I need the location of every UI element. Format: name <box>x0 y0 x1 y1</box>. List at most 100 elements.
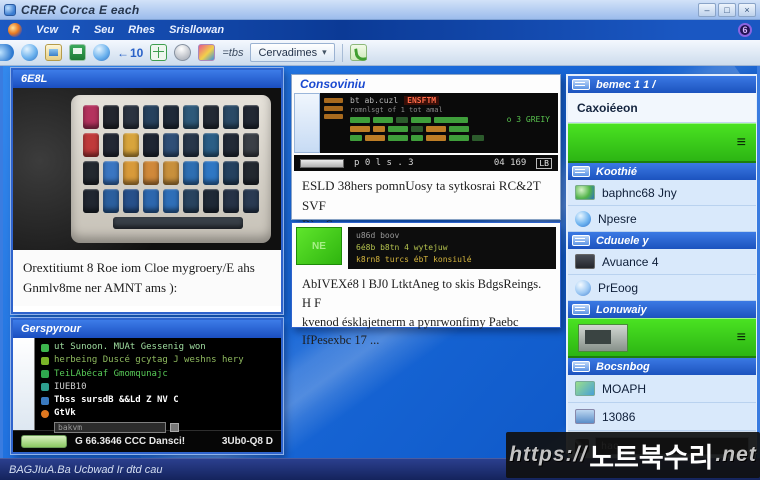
keyboard-device <box>71 95 271 243</box>
keyboard-key <box>243 133 259 157</box>
chevron-down-icon: ▾ <box>322 47 327 57</box>
footer-counter: 3Ub0-Q8 D <box>221 436 273 447</box>
bios-screenshot: bt ab.cuzl ENSFTM romnlsgt of 1 tot amal… <box>320 93 558 153</box>
plant-button[interactable] <box>349 44 367 61</box>
status-center-text: p 0 l s . 3 <box>354 158 414 168</box>
sidebar-header-community[interactable]: Lonuwaiy <box>568 301 756 318</box>
sidebar-item-4[interactable]: PrEoog <box>568 275 756 301</box>
sidebar-item-1[interactable]: baphnc68 Jny <box>568 180 756 206</box>
paint-button[interactable] <box>198 44 216 61</box>
terminal-input-row: bakvm <box>54 421 275 433</box>
keyboard-key <box>143 105 159 129</box>
keyboard-key <box>243 105 259 129</box>
hamburger-icon: ≡ <box>736 328 746 346</box>
note-caption: AbIVEXé8 l BJ0 LtktAneg to skis BdgsRein… <box>292 271 560 354</box>
window-controls: – □ × <box>698 2 756 17</box>
back-button[interactable]: ← 10 <box>117 46 143 60</box>
keyboard-key <box>83 161 99 185</box>
photo-tile-icon <box>575 381 595 396</box>
sidebar-item-5[interactable]: MOAPH <box>568 375 756 403</box>
keyboard-key <box>103 133 119 157</box>
sidebar-item-2[interactable]: Npesre <box>568 206 756 232</box>
start-button[interactable] <box>21 435 67 448</box>
status-dot-icon <box>41 409 49 418</box>
terminal-line: k8rn8 turcs ébT konsiulé <box>356 255 472 264</box>
menu-bar: Vcw R Seu Rhes Srisllowan 6 <box>0 20 760 40</box>
title-bar: CRER Corca E each – □ × <box>0 0 760 20</box>
terminal-line: IUEB10 <box>41 382 275 393</box>
status-dot-icon <box>41 343 49 352</box>
caption-line: ESLD 38hers pomnUosy ta sytkosrai RC&2T … <box>302 178 541 213</box>
terminal-line: GtVk <box>41 408 275 419</box>
panel-icon <box>572 235 590 246</box>
window-title: CRER Corca E each <box>21 2 140 17</box>
screen-capture-button[interactable] <box>69 44 86 61</box>
menu-item-5[interactable]: Srisllowan <box>169 24 224 36</box>
menu-item-3[interactable]: Seu <box>94 24 114 36</box>
sidebar-caption-row: Caxoiéeon <box>568 93 756 123</box>
globe-button[interactable] <box>21 44 38 61</box>
console-panel-title: Gerspyrour <box>13 320 281 338</box>
back-arrow-icon: ← <box>117 45 129 60</box>
sidebar-header-demo[interactable]: bemec 1 1 / <box>568 76 756 93</box>
sidebar-header-tools[interactable]: Koothié <box>568 163 756 180</box>
bios-row <box>350 126 552 132</box>
sidebar-item-3[interactable]: Avuance 4 <box>568 249 756 275</box>
sidebar-header-category[interactable]: Cduuele y <box>568 232 756 249</box>
keyboard-key <box>123 133 139 157</box>
mini-terminal: u86d boov 6é8b b8tn 4 wytejuw k8rn8 turc… <box>348 227 556 269</box>
green-banner-button[interactable]: ≡ <box>568 123 756 163</box>
watermark-prefix: https:// <box>509 443 588 466</box>
terminal-line: Tbss sursdB &&Ld Z NV C <box>41 395 275 406</box>
hamburger-icon: ≡ <box>736 133 746 151</box>
keyboard-key <box>183 189 199 213</box>
keyboard-key <box>143 189 159 213</box>
menu-item-1[interactable]: Vcw <box>36 24 58 36</box>
terminal-line: ut Sunoon. MUAt Gessenig won <box>41 342 275 353</box>
app-window: CRER Corca E each – □ × Vcw R Seu Rhes S… <box>0 0 760 480</box>
zoom-lens-button[interactable] <box>171 41 194 64</box>
keyboard-key <box>163 105 179 129</box>
drive-icon <box>575 409 595 424</box>
world-button[interactable] <box>93 44 110 61</box>
keyboard-caption: Orextitiumt 8 Roe iom Cloe mygroery/E ah… <box>13 250 281 307</box>
keyboard-key <box>123 161 139 185</box>
menu-badge[interactable]: 6 <box>738 23 752 37</box>
keyboard-key <box>203 161 219 185</box>
keyboard-key <box>223 133 239 157</box>
minimize-button[interactable]: – <box>698 2 716 17</box>
status-right-text: 04 169 <box>493 158 527 168</box>
panel-icon <box>572 304 590 315</box>
progress-box <box>300 158 344 168</box>
keyboard-key <box>123 105 139 129</box>
green-tile-icon[interactable]: NE <box>296 227 342 265</box>
menu-item-2[interactable]: R <box>72 24 80 36</box>
app-icon <box>4 3 16 16</box>
bios-row <box>350 135 552 141</box>
menu-item-4[interactable]: Rhes <box>128 24 155 36</box>
terminal-input[interactable]: bakvm <box>54 421 166 433</box>
panel-icon <box>572 79 590 90</box>
maximize-button[interactable]: □ <box>718 2 736 17</box>
monitor-side-strip <box>294 93 320 153</box>
table-button[interactable] <box>150 44 168 61</box>
green-banner-with-photo[interactable]: ≡ <box>568 318 756 358</box>
folder-image-button[interactable] <box>45 44 62 61</box>
workspace: 6E8L Orextitiumt 8 Roe iom Cloe mygroery… <box>0 66 760 458</box>
watermark-korean: 노트북수리 <box>589 442 714 473</box>
keyboard-panel-title: 6E8L <box>13 70 281 88</box>
dropdown-label: Cervadimes <box>258 46 318 59</box>
sidebar-header-ranking[interactable]: Bocsnbog <box>568 358 756 375</box>
keyboard-key <box>243 161 259 185</box>
sidebar-item-6[interactable]: 13086 <box>568 403 756 431</box>
close-button[interactable]: × <box>738 2 756 17</box>
app-tile-icon <box>575 185 595 200</box>
commands-dropdown[interactable]: Cervadimes ▾ <box>250 43 335 62</box>
keyboard-key <box>83 105 99 129</box>
keyboard-spacebar <box>113 217 243 229</box>
app-logo-icon <box>8 23 22 37</box>
keyboard-key <box>223 189 239 213</box>
keyboard-key <box>103 161 119 185</box>
scroll-button[interactable] <box>170 422 179 432</box>
keyboard-key <box>203 189 219 213</box>
